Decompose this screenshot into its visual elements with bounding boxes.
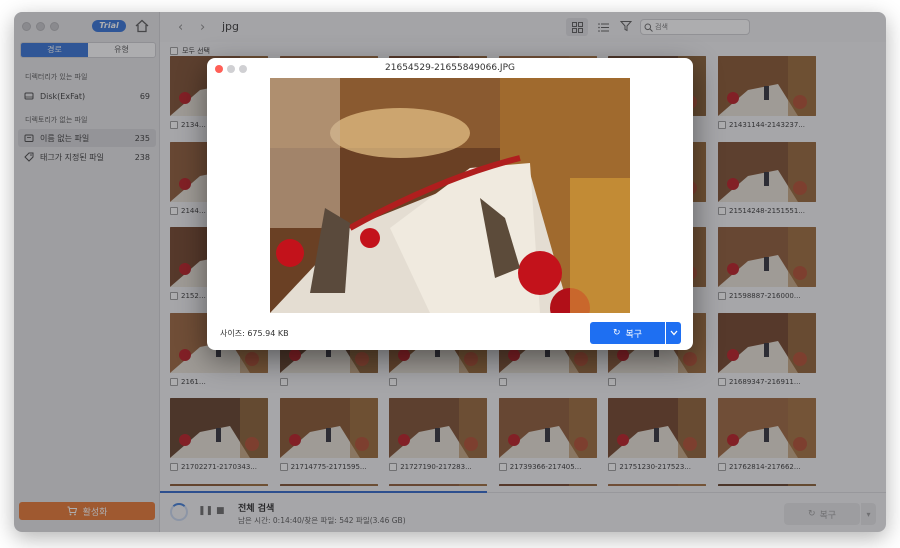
dialog-zoom-dot[interactable] (239, 65, 247, 73)
dialog-window-controls (215, 65, 247, 73)
preview-dialog: 21654529-21655849066.JPG 사이즈: 675.94 KB … (207, 58, 693, 350)
dialog-recover-label: 복구 (625, 329, 643, 340)
restore-icon: ↻ (612, 328, 621, 338)
dialog-title: 21654529-21655849066.JPG (385, 63, 515, 73)
dialog-recover-dropdown[interactable] (666, 322, 681, 344)
file-size-label: 사이즈: 675.94 KB (220, 329, 289, 338)
chevron-down-icon (670, 330, 677, 336)
dialog-close-dot[interactable] (215, 65, 223, 73)
preview-image (270, 78, 630, 313)
dialog-recover-button[interactable]: ↻ 복구 (590, 322, 665, 344)
dialog-minimize-dot[interactable] (227, 65, 235, 73)
